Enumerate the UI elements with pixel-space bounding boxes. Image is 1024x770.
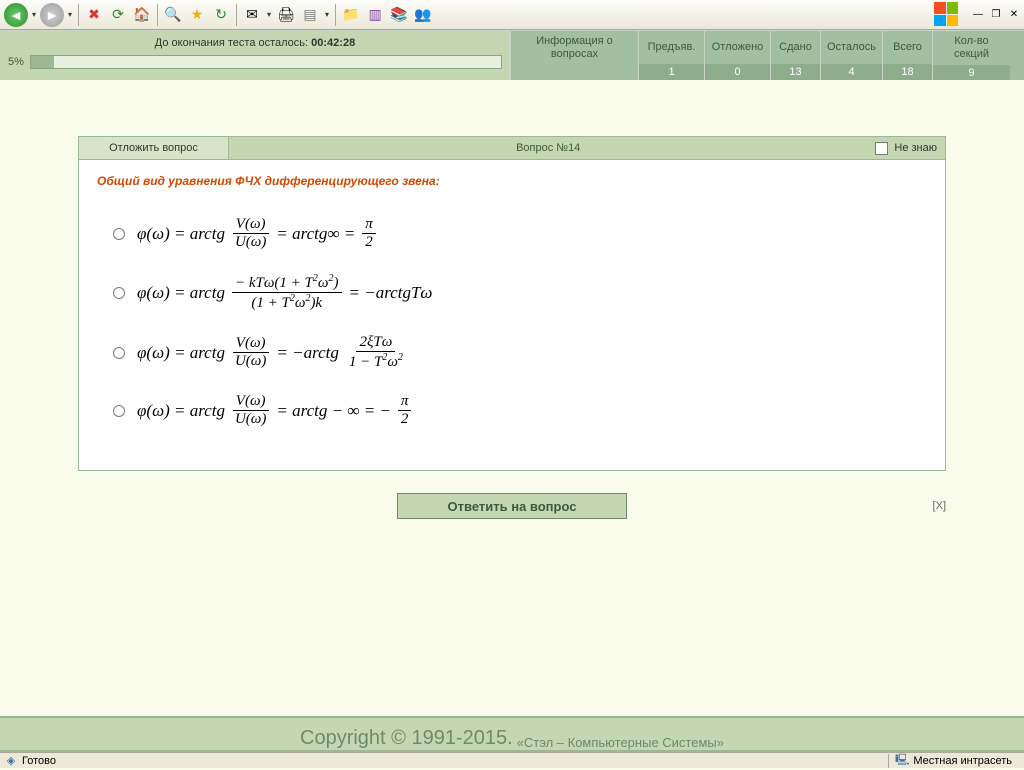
dont-know-label: Не знаю: [894, 142, 937, 154]
option-1-radio[interactable]: [113, 228, 125, 240]
copyright-big: Copyright © 1991-2015.: [300, 727, 513, 750]
restore-button[interactable]: ❐: [988, 7, 1004, 21]
copyright-bar: Copyright © 1991-2015. «Стэл – Компьютер…: [0, 716, 1024, 752]
messenger-icon[interactable]: 👥: [412, 4, 434, 26]
history-icon[interactable]: ↻: [210, 4, 232, 26]
timer-value: 00:42:28: [311, 37, 355, 49]
status-bar: ◈ Готово 🖳 Местная интрасеть: [0, 752, 1024, 768]
edit-icon[interactable]: ▤: [299, 4, 321, 26]
option-4-radio[interactable]: [113, 405, 125, 417]
folder-icon[interactable]: 📁: [340, 4, 362, 26]
col-sections-header: Кол-во секций: [933, 31, 1010, 65]
home-icon[interactable]: 🏠: [131, 4, 153, 26]
col-remaining-header: Осталось: [821, 31, 882, 64]
progress-percent: 5%: [8, 56, 24, 68]
timer-label: До окончания теста осталось:: [155, 37, 308, 49]
option-3: φ(ω) = arctg V(ω)U(ω) = −arctg 2ξTω1 − T…: [113, 334, 927, 371]
postpone-button[interactable]: Отложить вопрос: [79, 137, 229, 159]
mail-icon[interactable]: ✉: [241, 4, 263, 26]
col-submitted-header: Сдано: [771, 31, 820, 64]
ie-toolbar: ◄ ▾ ► ▾ ✖ ⟳ 🏠 🔍 ★ ↻ ✉▾ 🖨 ▤▾ 📁 ▥ 📚 👥 — ❐ …: [0, 0, 1024, 30]
col-total-header: Всего: [883, 31, 932, 64]
timer-row: До окончания теста осталось: 00:42:28: [8, 35, 502, 51]
question-number: Вопрос №14: [229, 142, 867, 154]
col-presented-header: Предъяв.: [639, 31, 704, 64]
dont-know-checkbox[interactable]: [875, 142, 888, 155]
col-postponed-header: Отложено: [705, 31, 770, 64]
forward-dropdown[interactable]: ▾: [66, 10, 74, 19]
status-ready: Готово: [22, 755, 56, 767]
option-4-formula: φ(ω) = arctg V(ω)U(ω) = arctg − ∞ = − π2: [137, 393, 415, 428]
question-body: Общий вид уравнения ФЧХ дифференцирующег…: [78, 160, 946, 471]
minimize-button[interactable]: —: [970, 7, 986, 21]
refresh-icon[interactable]: ⟳: [107, 4, 129, 26]
col-remaining-value: 4: [821, 64, 882, 80]
progress-bar: [30, 55, 502, 69]
option-2-formula: φ(ω) = arctg − kTω(1 + T2ω2)(1 + T2ω2)k …: [137, 273, 432, 312]
favorites-icon[interactable]: ★: [186, 4, 208, 26]
col-sections-value: 9: [933, 65, 1010, 80]
option-4: φ(ω) = arctg V(ω)U(ω) = arctg − ∞ = − π2: [113, 393, 927, 428]
test-info-bar: До окончания теста осталось: 00:42:28 5%…: [0, 30, 1024, 80]
windows-logo-icon: [934, 2, 958, 26]
print-icon[interactable]: 🖨: [275, 4, 297, 26]
stop-icon[interactable]: ✖: [83, 4, 105, 26]
question-prompt: Общий вид уравнения ФЧХ дифференцирующег…: [97, 174, 927, 188]
option-1: φ(ω) = arctg V(ω)U(ω) = arctg∞ = π2: [113, 216, 927, 251]
search-icon[interactable]: 🔍: [162, 4, 184, 26]
intranet-zone-icon: 🖳: [895, 754, 909, 768]
submit-answer-button[interactable]: Ответить на вопрос: [397, 493, 627, 519]
copyright-small: «Стэл – Компьютерные Системы»: [517, 735, 724, 750]
close-button[interactable]: ✕: [1006, 7, 1022, 21]
close-x-link[interactable]: [X]: [933, 500, 946, 512]
option-3-formula: φ(ω) = arctg V(ω)U(ω) = −arctg 2ξTω1 − T…: [137, 334, 410, 371]
option-1-formula: φ(ω) = arctg V(ω)U(ω) = arctg∞ = π2: [137, 216, 380, 251]
col-submitted-value: 13: [771, 64, 820, 80]
question-header: Отложить вопрос Вопрос №14 Не знаю: [78, 136, 946, 160]
info-about-label: Информация о вопросах: [511, 31, 638, 65]
research-icon[interactable]: 📚: [388, 4, 410, 26]
forward-button[interactable]: ►: [40, 3, 64, 27]
back-dropdown[interactable]: ▾: [30, 10, 38, 19]
col-postponed-value: 0: [705, 64, 770, 80]
back-button[interactable]: ◄: [4, 3, 28, 27]
option-2: φ(ω) = arctg − kTω(1 + T2ω2)(1 + T2ω2)k …: [113, 273, 927, 312]
col-presented-value: 1: [639, 64, 704, 80]
option-2-radio[interactable]: [113, 287, 125, 299]
status-zone: Местная интрасеть: [913, 755, 1012, 767]
col-total-value: 18: [883, 64, 932, 80]
option-3-radio[interactable]: [113, 347, 125, 359]
ie-page-icon: ◈: [4, 754, 18, 768]
onenote-icon[interactable]: ▥: [364, 4, 386, 26]
